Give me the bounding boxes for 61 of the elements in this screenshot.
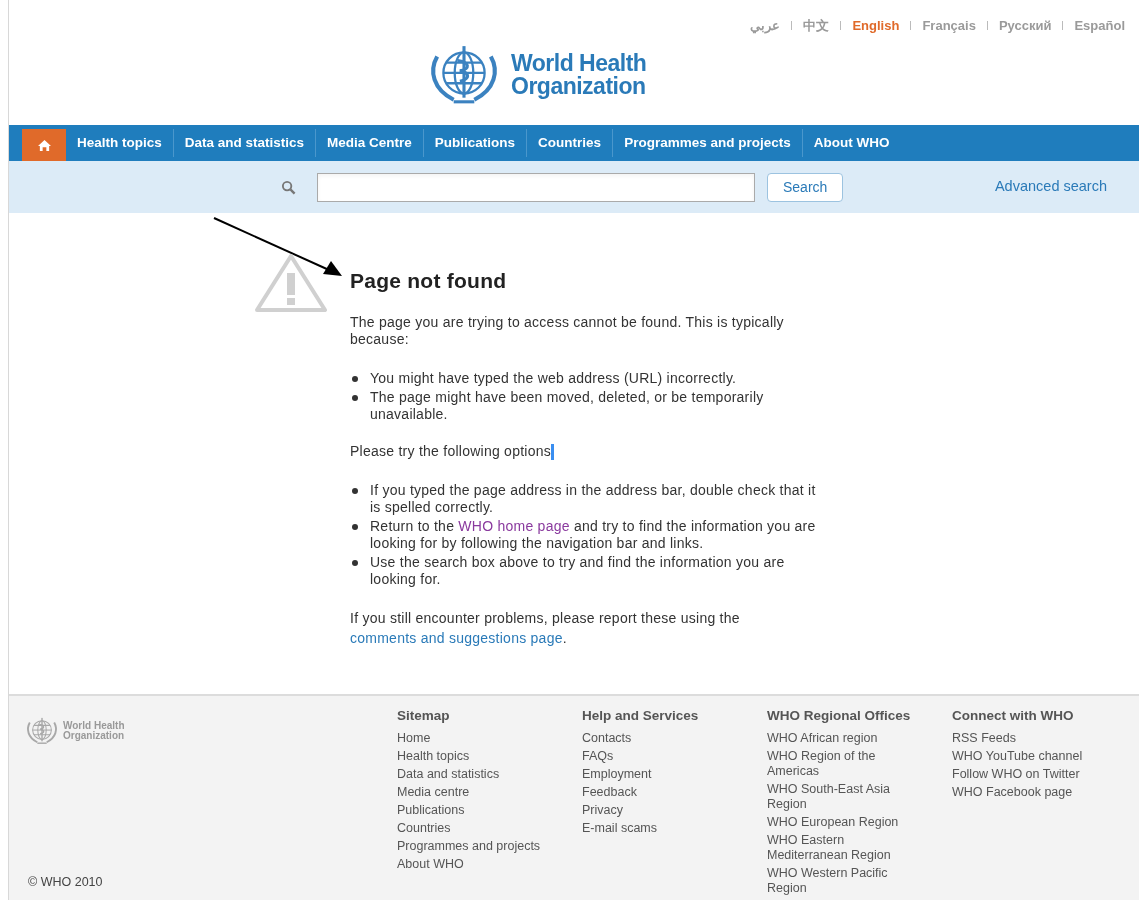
intro-text: The page you are trying to access cannot be found. This is typically because: [350, 314, 785, 348]
options-text: Please try the following options [350, 443, 551, 460]
footer-logo-text: World Health Organization [63, 721, 125, 741]
footer-link[interactable]: Contacts [582, 731, 732, 747]
list-text: If you typed the page address in the address bar, double check that it is spelled correctly. [370, 482, 817, 516]
footer-link[interactable]: Health topics [397, 749, 547, 765]
advanced-search-link[interactable]: Advanced search [994, 176, 1107, 198]
warning-icon [254, 253, 328, 313]
nav-item[interactable]: Data and statistics [173, 132, 316, 154]
footer-link[interactable]: E-mail scams [582, 821, 732, 837]
footer-link[interactable]: WHO South-East Asia Region [767, 782, 917, 813]
list-text: You might have typed the web address (URL) incorrectly. [370, 370, 737, 387]
bullet-icon [352, 395, 358, 401]
nav-item[interactable]: Health topics [66, 132, 173, 154]
footer-link[interactable]: RSS Feeds [952, 731, 1102, 747]
footer-link[interactable]: WHO African region [767, 731, 917, 747]
problems-text: If you still encounter problems, please report these using the comments and suggestions page. [350, 609, 741, 648]
footer-link[interactable]: WHO European Region [767, 815, 917, 831]
nav-item[interactable]: Publications [423, 132, 527, 154]
home-page-link[interactable]: WHO home page [458, 518, 570, 534]
footer-link[interactable]: Feedback [582, 785, 732, 801]
search-field[interactable] [317, 172, 755, 202]
footer-link[interactable]: WHO Region of the Americas [767, 749, 917, 780]
footer-heading: Help and Services [582, 707, 700, 725]
page-title: Page not found [350, 268, 508, 294]
footer-link[interactable]: WHO Eastern Mediterranean Region [767, 833, 917, 864]
nav-item[interactable]: Programmes and projects [613, 132, 802, 154]
nav-item[interactable]: Media Centre [316, 132, 423, 154]
footer-link[interactable]: WHO YouTube channel [952, 749, 1102, 765]
bullet-icon [352, 560, 358, 566]
home-icon [36, 138, 52, 152]
list-text: The page might have been moved, deleted, or be temporarily unavailable. [370, 389, 765, 423]
list-text: Use the search box above to try and find the information you are looking for. [370, 554, 786, 588]
footer-heading: Sitemap [397, 707, 451, 725]
footer-link[interactable]: Data and statistics [397, 767, 547, 783]
footer-link[interactable]: Follow WHO on Twitter [952, 767, 1102, 783]
footer-link[interactable]: WHO Facebook page [952, 785, 1102, 801]
comments-link[interactable]: comments and suggestions page [350, 630, 563, 646]
bullet-icon [352, 376, 358, 382]
copyright-text: © WHO 2010 [28, 874, 103, 892]
home-button[interactable] [22, 129, 66, 161]
footer-link[interactable]: Countries [397, 821, 547, 837]
footer-link[interactable]: Home [397, 731, 547, 747]
bullet-icon [352, 524, 358, 530]
nav-item[interactable]: Countries [527, 132, 613, 154]
footer-link[interactable]: Programmes and projects [397, 839, 547, 855]
footer-link[interactable]: Employment [582, 767, 732, 783]
footer-link[interactable]: About WHO [397, 857, 547, 873]
footer-link[interactable]: Publications [397, 803, 547, 819]
search-icon [281, 179, 296, 195]
nav-item[interactable]: About WHO [802, 132, 901, 154]
footer-heading: Connect with WHO [952, 707, 1075, 725]
footer-link[interactable]: Privacy [582, 803, 732, 819]
footer-link[interactable]: Media centre [397, 785, 547, 801]
footer-link[interactable]: FAQs [582, 749, 732, 765]
bullet-icon [352, 488, 358, 494]
option-text: Return to the WHO home page and try to find the information you are looking for by following the navigation bar and links. [370, 518, 817, 552]
footer-heading: WHO Regional Offices [767, 707, 912, 725]
search-button[interactable]: Search [767, 172, 844, 202]
logo-text: World Health Organization [511, 52, 647, 98]
footer-link[interactable]: WHO Western Pacific Region [767, 866, 917, 897]
